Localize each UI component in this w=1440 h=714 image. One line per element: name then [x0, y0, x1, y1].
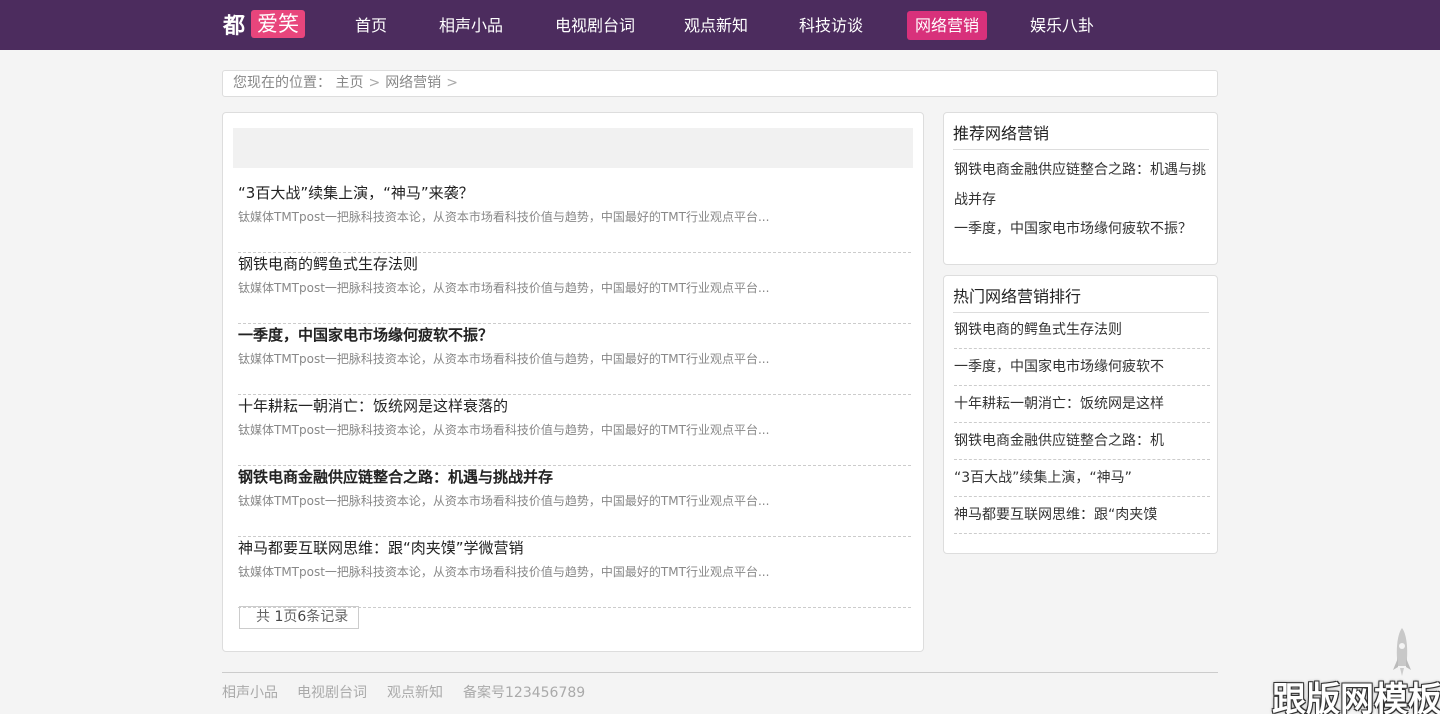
hot-ranking-panel: 热门网络营销排行 钢铁电商的鳄鱼式生存法则 一季度，中国家电市场缘何疲软不 十年…	[943, 275, 1218, 554]
article-title-link[interactable]: “3百大战”续集上演，“神马”来袭？	[238, 182, 474, 203]
list-banner	[233, 128, 913, 168]
site-logo[interactable]: 都 爱笑	[223, 9, 306, 39]
breadcrumb: 您现在的位置： 主页 > 网络营销 >	[222, 70, 1218, 97]
article-title-link[interactable]: 钢铁电商的鳄鱼式生存法则	[238, 253, 418, 274]
breadcrumb-prefix: 您现在的位置：	[233, 75, 331, 91]
hot-heading: 热门网络营销排行	[953, 283, 1209, 313]
article-title-link[interactable]: 钢铁电商金融供应链整合之路：机遇与挑战并存	[238, 466, 553, 487]
article-summary: 钛媒体TMTpost一把脉科技资本论，从资本市场看科技价值与趋势，中国最好的TM…	[238, 565, 770, 579]
hot-item-link[interactable]: 钢铁电商的鳄鱼式生存法则	[954, 312, 1210, 349]
list-item: 钢铁电商的鳄鱼式生存法则 钛媒体TMTpost一把脉科技资本论，从资本市场看科技…	[238, 253, 911, 324]
nav-item-views[interactable]: 观点新知	[676, 11, 756, 40]
pager-count: 6	[297, 609, 307, 625]
nav-item-entertainment[interactable]: 娱乐八卦	[1022, 11, 1102, 40]
list-item: 神马都要互联网思维：跟“肉夹馍”学微营销 钛媒体TMTpost一把脉科技资本论，…	[238, 537, 911, 608]
nav-item-tv-lines[interactable]: 电视剧台词	[547, 11, 643, 40]
footer-link-crosstalk[interactable]: 相声小品	[222, 682, 278, 702]
hot-item-link[interactable]: 一季度，中国家电市场缘何疲软不	[954, 349, 1210, 386]
nav-item-crosstalk[interactable]: 相声小品	[431, 11, 511, 40]
article-list-panel: “3百大战”续集上演，“神马”来袭？ 钛媒体TMTpost一把脉科技资本论，从资…	[222, 112, 924, 652]
pager-suffix: 条记录	[306, 609, 349, 625]
article-summary: 钛媒体TMTpost一把脉科技资本论，从资本市场看科技价值与趋势，中国最好的TM…	[238, 423, 770, 437]
breadcrumb-home-link[interactable]: 主页	[335, 75, 363, 91]
pager-prefix: 共	[256, 609, 275, 625]
top-nav-bar: 都 爱笑 首页 相声小品 电视剧台词 观点新知 科技访谈 网络营销 娱乐八卦	[0, 0, 1440, 50]
logo-badge: 爱笑	[251, 10, 306, 38]
recommend-item-link[interactable]: 钢铁电商金融供应链整合之路：机遇与挑战并存	[954, 155, 1210, 215]
watermark-logo: 跟版网模板	[1272, 680, 1440, 714]
hot-item-link[interactable]: 十年耕耘一朝消亡：饭统网是这样	[954, 386, 1210, 423]
list-item: 钢铁电商金融供应链整合之路：机遇与挑战并存 钛媒体TMTpost一把脉科技资本论…	[238, 466, 911, 537]
article-summary: 钛媒体TMTpost一把脉科技资本论，从资本市场看科技价值与趋势，中国最好的TM…	[238, 352, 770, 366]
chevron-right-icon: >	[446, 75, 458, 91]
recommend-item-link[interactable]: 一季度，中国家电市场缘何疲软不振？	[954, 214, 1210, 244]
article-summary: 钛媒体TMTpost一把脉科技资本论，从资本市场看科技价值与趋势，中国最好的TM…	[238, 494, 770, 508]
breadcrumb-current-link[interactable]: 网络营销	[385, 75, 441, 91]
article-summary: 钛媒体TMTpost一把脉科技资本论，从资本市场看科技价值与趋势，中国最好的TM…	[238, 210, 770, 224]
footer-divider	[222, 672, 1218, 673]
list-item: 十年耕耘一朝消亡：饭统网是这样衰落的 钛媒体TMTpost一把脉科技资本论，从资…	[238, 395, 911, 466]
recommend-panel: 推荐网络营销 钢铁电商金融供应链整合之路：机遇与挑战并存 一季度，中国家电市场缘…	[943, 112, 1218, 265]
article-title-link[interactable]: 神马都要互联网思维：跟“肉夹馍”学微营销	[238, 537, 524, 558]
pager-mid: 页	[283, 609, 298, 625]
list-item: 一季度，中国家电市场缘何疲软不振？ 钛媒体TMTpost一把脉科技资本论，从资本…	[238, 324, 911, 395]
nav-item-net-marketing[interactable]: 网络营销	[907, 11, 988, 40]
footer-icp: 备案号123456789	[463, 685, 586, 701]
article-title-link[interactable]: 十年耕耘一朝消亡：饭统网是这样衰落的	[238, 395, 508, 416]
logo-text: 都	[223, 14, 246, 39]
hot-item-link[interactable]: 神马都要互联网思维：跟“肉夹馍	[954, 497, 1210, 534]
hot-item-link[interactable]: 钢铁电商金融供应链整合之路：机	[954, 423, 1210, 460]
article-summary: 钛媒体TMTpost一把脉科技资本论，从资本市场看科技价值与趋势，中国最好的TM…	[238, 281, 770, 295]
footer-link-tv-lines[interactable]: 电视剧台词	[297, 682, 367, 702]
nav-item-tech-interview[interactable]: 科技访谈	[791, 11, 871, 40]
list-item: “3百大战”续集上演，“神马”来袭？ 钛媒体TMTpost一把脉科技资本论，从资…	[238, 182, 911, 253]
rocket-icon	[1393, 628, 1411, 676]
hot-item-link[interactable]: “3百大战”续集上演，“神马”	[954, 460, 1210, 497]
recommend-heading: 推荐网络营销	[953, 120, 1209, 150]
article-title-link[interactable]: 一季度，中国家电市场缘何疲软不振？	[238, 324, 493, 345]
footer-link-views[interactable]: 观点新知	[387, 682, 443, 702]
pagination-info: 共 1页6条记录	[239, 606, 360, 629]
nav-item-home[interactable]: 首页	[347, 11, 395, 40]
chevron-right-icon: >	[368, 75, 381, 91]
